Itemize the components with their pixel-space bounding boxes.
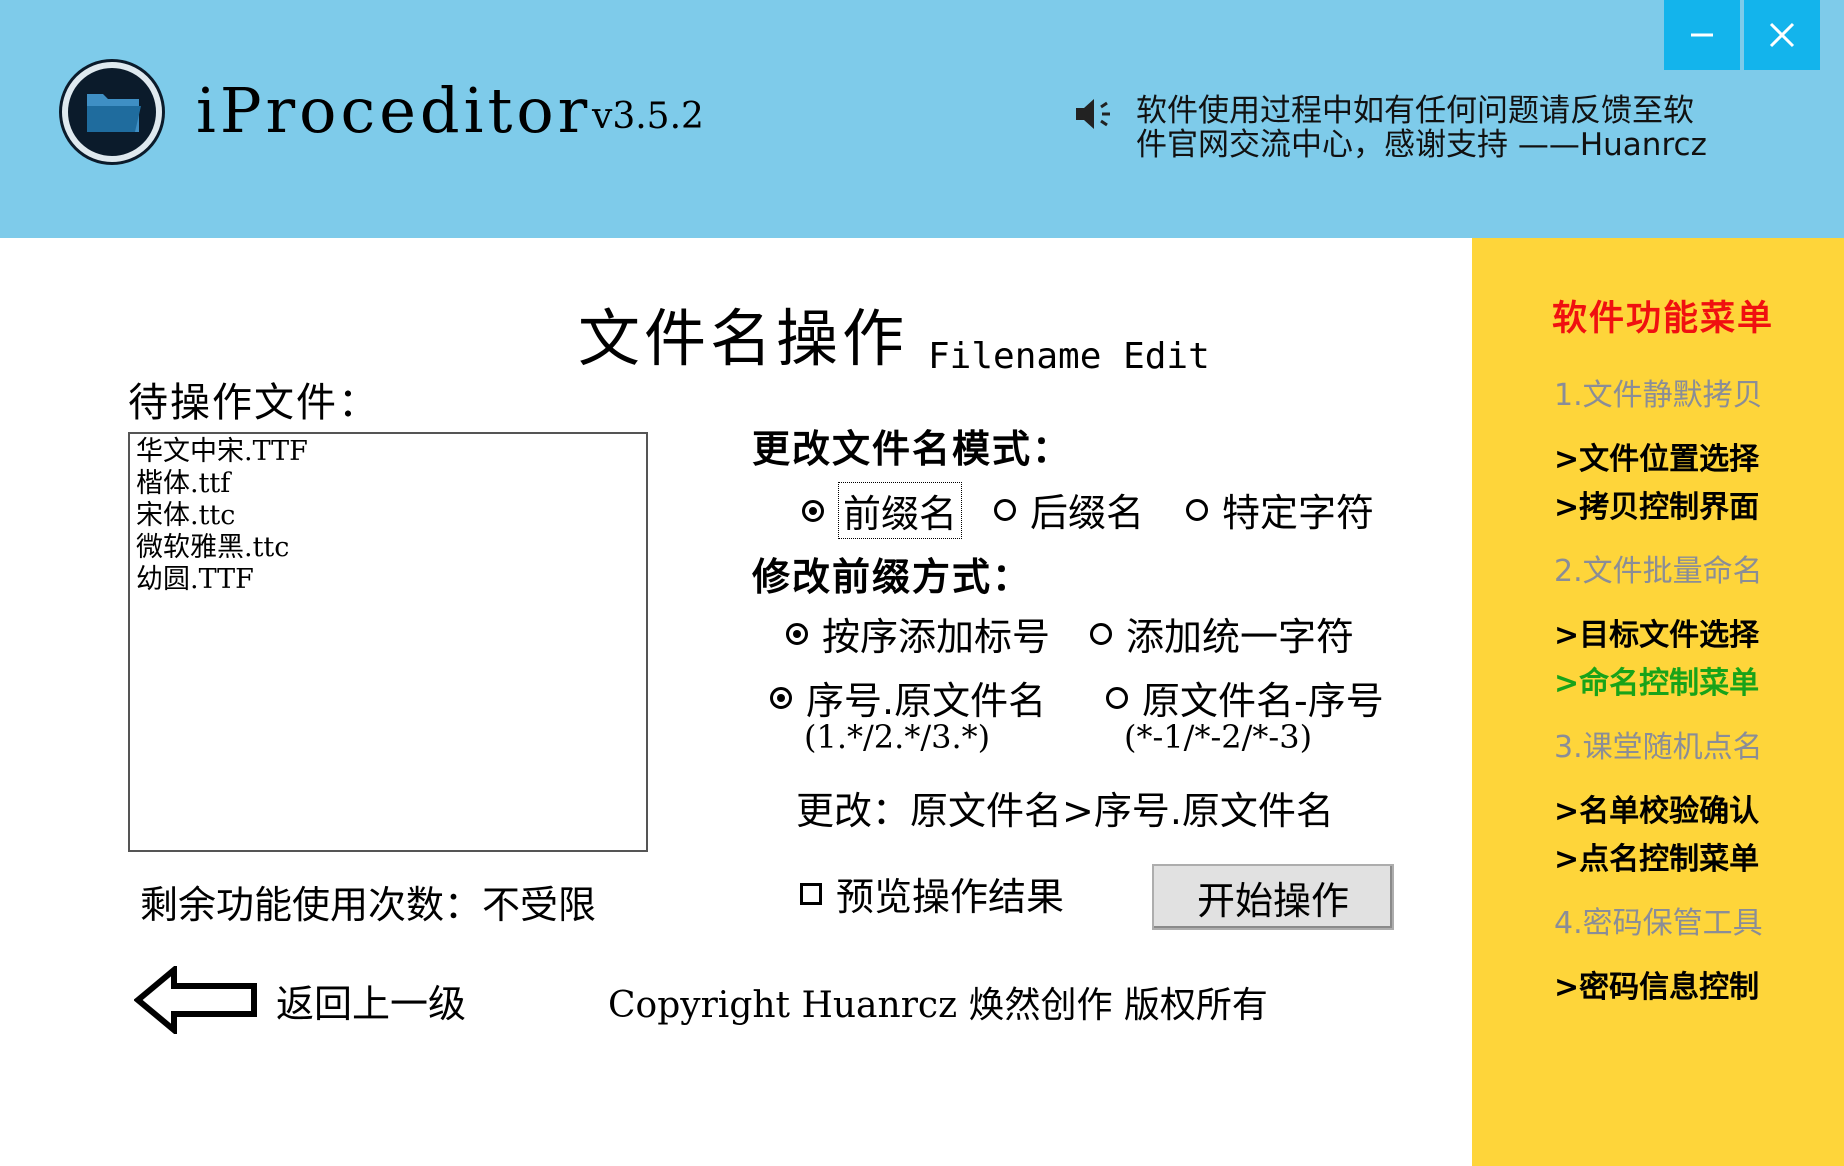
radio-specific-char-label: 特定字符 <box>1222 491 1375 535</box>
checkbox-unchecked-icon <box>800 882 822 905</box>
radio-specific-char[interactable]: 特定字符 <box>1186 482 1374 537</box>
files-label: 待操作文件： <box>128 380 380 426</box>
file-item[interactable]: 华文中宋.TTF <box>136 436 640 468</box>
radio-add-uniform-char-label: 添加统一字符 <box>1126 615 1355 659</box>
file-listbox[interactable]: 华文中宋.TTF 楷体.ttf 宋体.ttc 微软雅黑.ttc 幼圆.TTF <box>128 432 648 852</box>
support-notice: 软件使用过程中如有任何问题请反馈至软件官网交流中心，感谢支持 ——Huanrcz <box>1136 93 1707 163</box>
back-button[interactable]: 返回上一级 <box>134 966 466 1034</box>
menu-item-file-location[interactable]: >文件位置选择 <box>1554 434 1759 478</box>
radio-number-first-label: 序号.原文件名 <box>806 679 1047 723</box>
radio-number-last-label: 原文件名-序号 <box>1142 679 1384 723</box>
copyright-cn: 焕然创作 版权所有 <box>968 985 1268 1026</box>
app-title: iProceditor <box>196 74 592 147</box>
menu-title: 软件功能菜单 <box>1552 299 1775 339</box>
back-label: 返回上一级 <box>276 981 467 1026</box>
file-item[interactable]: 宋体.ttc <box>136 500 640 532</box>
app-logo-folder-icon <box>62 62 162 162</box>
left-arrow-icon <box>134 966 257 1034</box>
radio-unselected-icon <box>1186 498 1208 521</box>
file-item[interactable]: 幼圆.TTF <box>136 564 640 596</box>
menu-section-file-copy[interactable]: 1.文件静默拷贝 <box>1554 370 1763 414</box>
radio-selected-icon <box>786 622 808 645</box>
radio-number-last[interactable]: 原文件名-序号 <box>1106 670 1384 725</box>
page-subtitle: Filename Edit <box>928 336 1210 377</box>
radio-unselected-icon <box>1090 622 1112 645</box>
radio-selected-icon <box>802 499 824 522</box>
change-preview-text: 更改：原文件名>序号.原文件名 <box>796 789 1334 833</box>
copyright: Copyright Huanrcz 焕然创作 版权所有 <box>608 976 1268 1028</box>
menu-section-batch-rename[interactable]: 2.文件批量命名 <box>1554 546 1763 590</box>
file-item[interactable]: 楷体.ttf <box>136 468 640 500</box>
radio-selected-icon <box>770 686 792 709</box>
mode-label: 更改文件名模式： <box>752 427 1073 471</box>
app-version: v3.5.2 <box>592 96 704 137</box>
remaining-uses: 剩余功能使用次数：不受限 <box>140 883 597 927</box>
file-item[interactable]: 微软雅黑.ttc <box>136 532 640 564</box>
radio-number-first[interactable]: 序号.原文件名 <box>770 670 1046 725</box>
close-button[interactable] <box>1744 0 1820 70</box>
radio-add-sequence[interactable]: 按序添加标号 <box>786 606 1050 661</box>
radio-add-uniform-char[interactable]: 添加统一字符 <box>1090 606 1354 661</box>
radio-add-sequence-label: 按序添加标号 <box>822 615 1051 659</box>
radio-prefix[interactable]: 前缀名 <box>802 482 963 539</box>
menu-section-random-rollcall[interactable]: 3.课堂随机点名 <box>1554 722 1763 766</box>
menu-item-rename-control[interactable]: >命名控制菜单 <box>1554 658 1759 702</box>
copyright-latin: Copyright Huanrcz <box>608 985 958 1026</box>
radio-suffix[interactable]: 后缀名 <box>994 482 1144 537</box>
number-last-example: (*-1/*-2/*-3) <box>1124 718 1313 756</box>
prefix-method-label: 修改前缀方式： <box>752 555 1033 599</box>
radio-unselected-icon <box>994 498 1016 521</box>
menu-item-rollcall-control[interactable]: >点名控制菜单 <box>1554 834 1759 878</box>
function-menu-sidebar: 软件功能菜单 1.文件静默拷贝 >文件位置选择 >拷贝控制界面 2.文件批量命名… <box>1472 238 1844 1166</box>
title-bar: iProceditor v3.5.2 软件使用过程中如有任何问题请反馈至软件官网… <box>0 0 1844 238</box>
menu-item-password-control[interactable]: >密码信息控制 <box>1554 962 1759 1006</box>
menu-item-target-files[interactable]: >目标文件选择 <box>1554 610 1759 654</box>
minimize-icon <box>1691 33 1713 37</box>
preview-checkbox-label: 预览操作结果 <box>836 875 1065 919</box>
speaker-icon <box>1074 96 1118 136</box>
radio-suffix-label: 后缀名 <box>1030 491 1145 535</box>
preview-checkbox[interactable]: 预览操作结果 <box>800 866 1064 921</box>
page-title: 文件名操作 <box>578 302 909 375</box>
start-button[interactable]: 开始操作 <box>1152 864 1394 930</box>
menu-item-copy-control[interactable]: >拷贝控制界面 <box>1554 482 1759 526</box>
radio-unselected-icon <box>1106 686 1128 709</box>
close-icon <box>1769 22 1795 48</box>
number-first-example: (1.*/2.*/3.*) <box>804 718 991 756</box>
minimize-button[interactable] <box>1664 0 1740 70</box>
menu-item-list-verify[interactable]: >名单校验确认 <box>1554 786 1759 830</box>
radio-prefix-label: 前缀名 <box>838 482 963 539</box>
menu-section-password-tool[interactable]: 4.密码保管工具 <box>1554 898 1763 942</box>
